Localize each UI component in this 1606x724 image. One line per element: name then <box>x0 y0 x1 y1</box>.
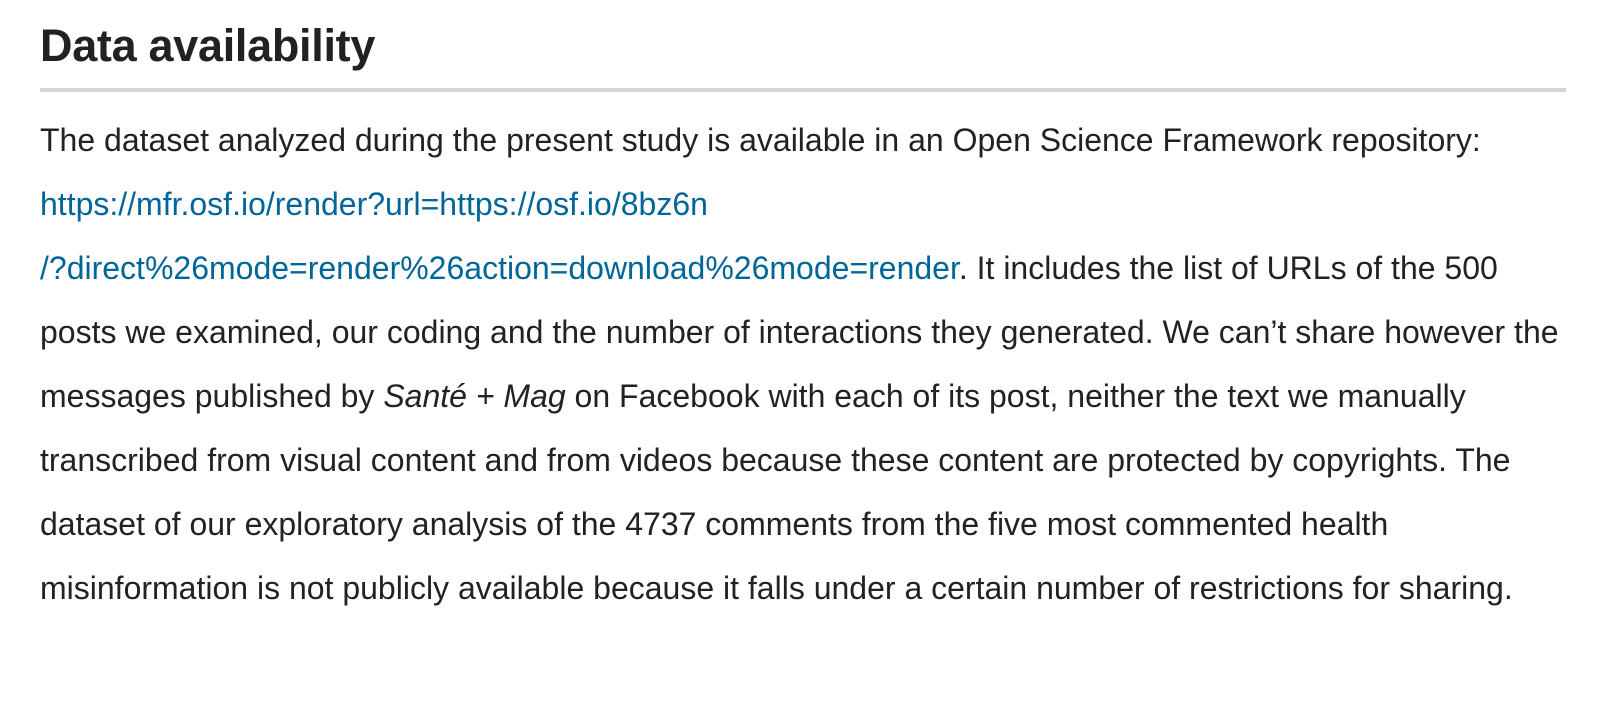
link-text-line1[interactable]: https://mfr.osf.io/render?url=https://os… <box>40 186 708 222</box>
data-availability-section: Data availability The dataset analyzed d… <box>40 0 1566 620</box>
data-availability-paragraph: The dataset analyzed during the present … <box>40 108 1566 620</box>
osf-repository-link[interactable]: https://mfr.osf.io/render?url=https://os… <box>40 186 959 286</box>
paragraph-text-part1: The dataset analyzed during the present … <box>40 122 1481 158</box>
section-title: Data availability <box>40 20 376 71</box>
link-text-line2[interactable]: /?direct%26mode=render%26action=download… <box>40 250 959 286</box>
publication-name: Santé + Mag <box>383 378 566 414</box>
title-divider <box>40 88 1566 92</box>
